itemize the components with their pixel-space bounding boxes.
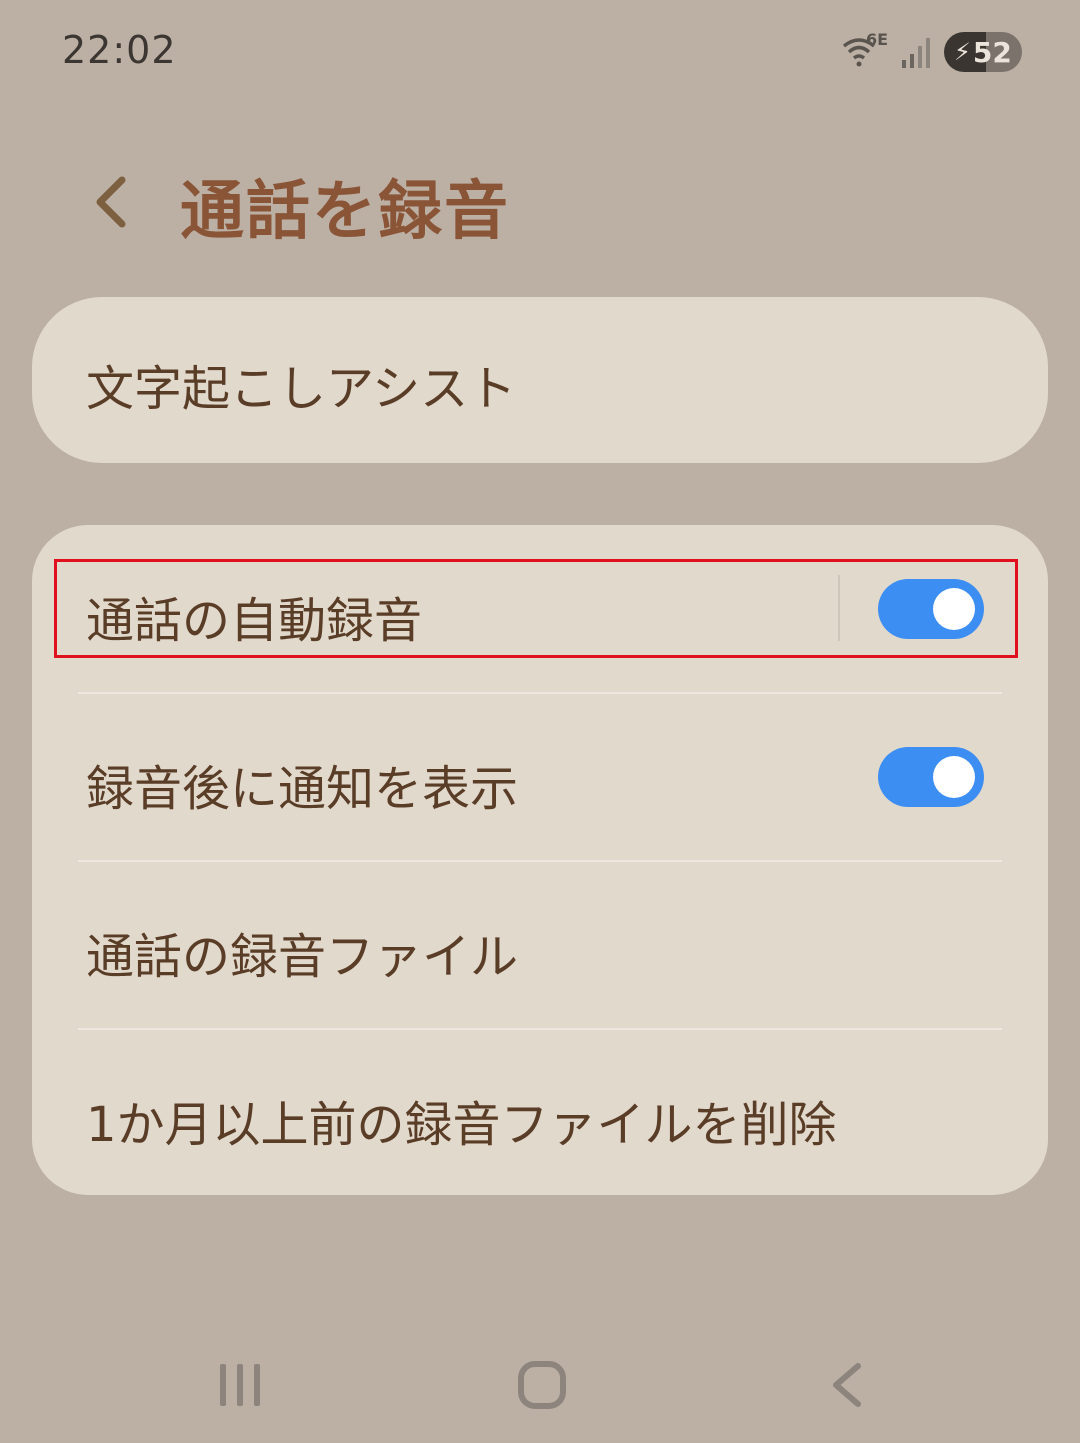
- recording-settings-card: 通話の自動録音 録音後に通知を表示 通話の録音ファイル 1か月以上前の録音ファイ…: [32, 525, 1048, 1195]
- divider: [78, 692, 1002, 694]
- home-icon[interactable]: [516, 1360, 568, 1410]
- back-icon[interactable]: [826, 1360, 866, 1410]
- transcription-assist-label: 文字起こしアシスト: [86, 361, 517, 417]
- recording-files-label: 通話の録音ファイル: [86, 929, 519, 985]
- auto-record-toggle[interactable]: [878, 579, 984, 639]
- transcription-card: 文字起こしアシスト: [32, 297, 1048, 463]
- status-time: 22:02: [62, 28, 177, 72]
- divider: [78, 1028, 1002, 1030]
- battery-indicator: ⚡ 52: [944, 32, 1022, 72]
- recents-icon[interactable]: [216, 1360, 264, 1410]
- wifi-standard-tag: 6E: [866, 30, 889, 49]
- transcription-assist-item[interactable]: 文字起こしアシスト: [32, 297, 1048, 463]
- back-button[interactable]: [82, 170, 138, 234]
- notify-after-record-item[interactable]: 録音後に通知を表示: [32, 725, 1048, 829]
- notify-after-record-toggle[interactable]: [878, 747, 984, 807]
- page-title: 通話を録音: [180, 175, 510, 249]
- auto-record-label: 通話の自動録音: [86, 593, 423, 649]
- toggle-knob: [933, 756, 975, 798]
- delete-old-recordings-label: 1か月以上前の録音ファイルを削除: [86, 1097, 837, 1153]
- auto-record-item[interactable]: 通話の自動録音: [32, 557, 1048, 661]
- divider: [78, 860, 1002, 862]
- toggle-knob: [933, 588, 975, 630]
- screen: 22:02 6E ⚡ 52 通話を録音 文字起こしアシスト 通話の自動録音 録音…: [0, 0, 1080, 1443]
- wifi-icon: 6E: [842, 32, 894, 72]
- signal-icon: [902, 38, 930, 68]
- row-separator: [838, 575, 840, 641]
- chevron-left-icon: [96, 176, 126, 228]
- status-bar: 22:02 6E ⚡ 52: [0, 0, 1080, 100]
- battery-charging-icon: ⚡: [954, 38, 971, 66]
- delete-old-recordings-item[interactable]: 1か月以上前の録音ファイルを削除: [32, 1061, 1048, 1165]
- recording-files-item[interactable]: 通話の録音ファイル: [32, 893, 1048, 997]
- battery-level: 52: [972, 35, 1012, 69]
- status-icons: 6E ⚡ 52: [842, 30, 1022, 74]
- notify-after-record-label: 録音後に通知を表示: [86, 761, 519, 817]
